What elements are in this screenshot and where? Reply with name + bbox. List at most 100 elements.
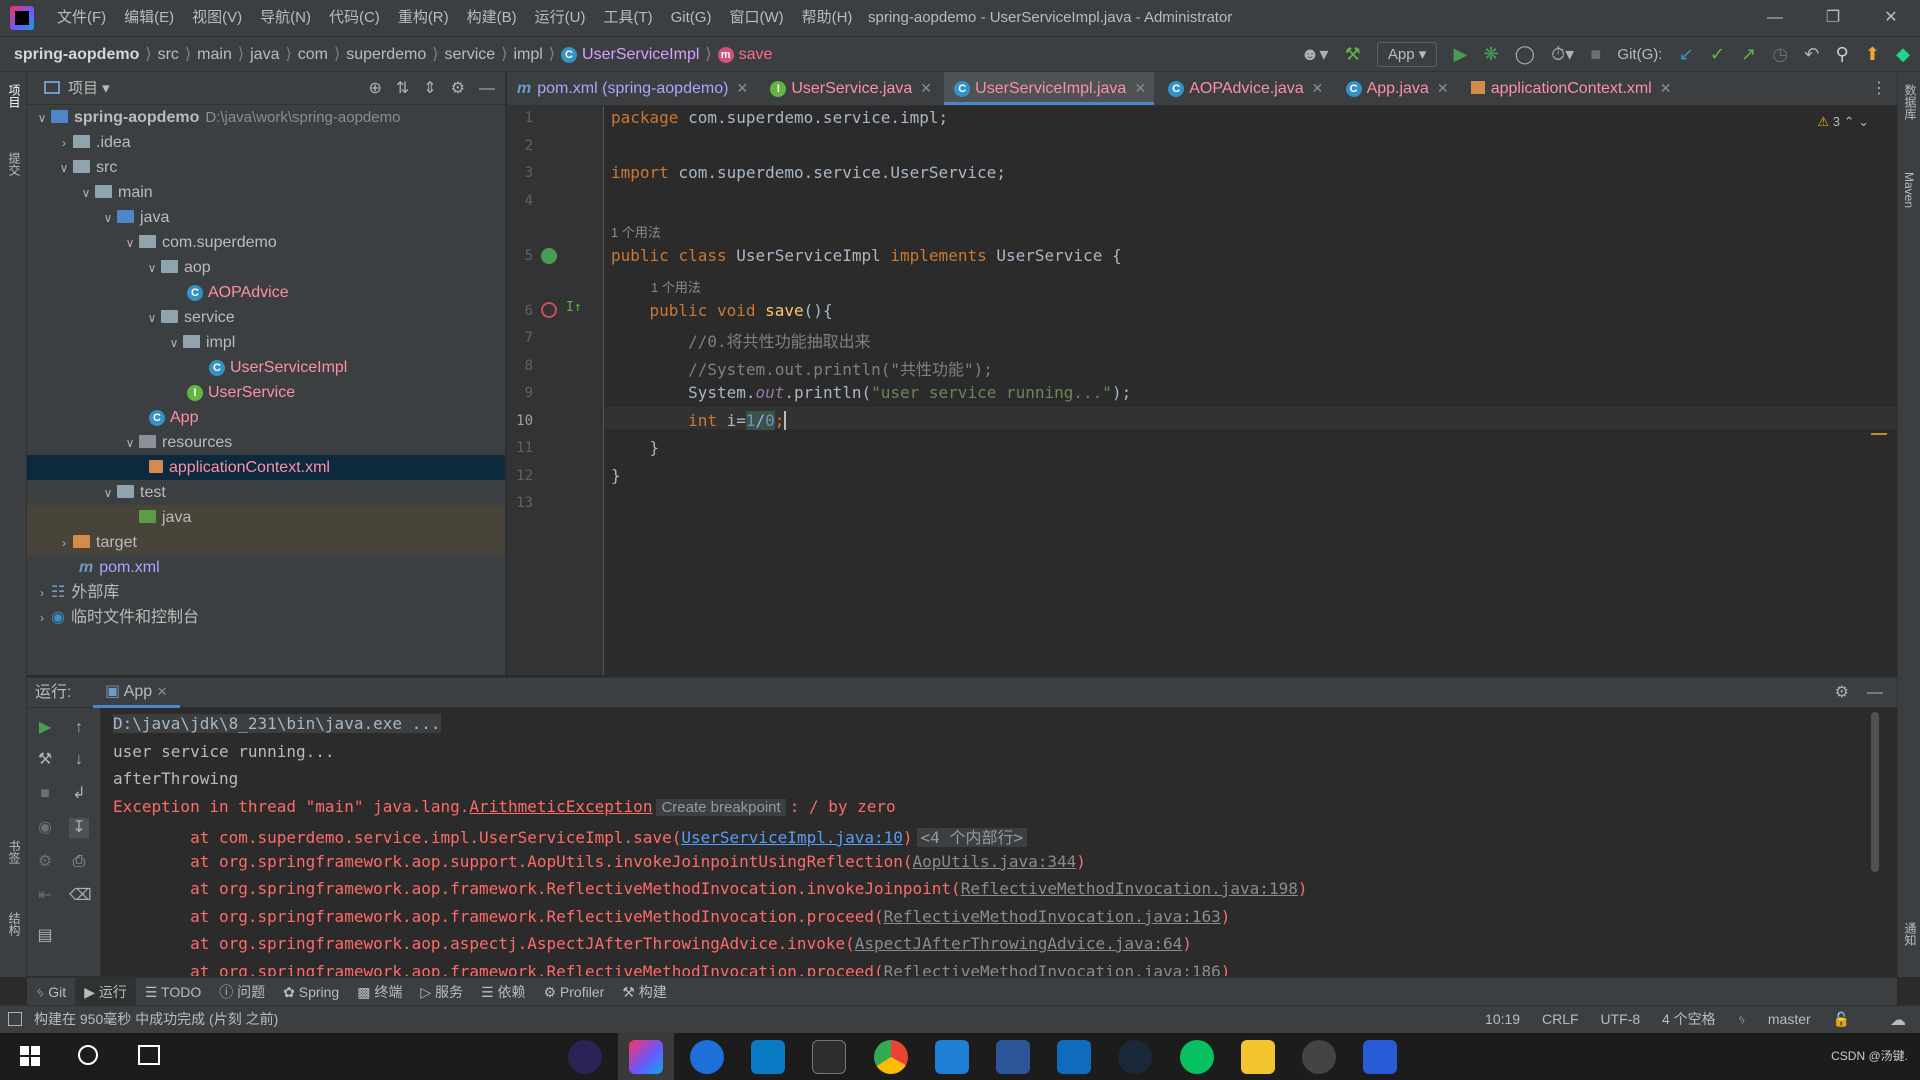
menu-edit[interactable]: 编辑(E) bbox=[115, 0, 183, 36]
tab-pom[interactable]: m pom.xml (spring-aopdemo) ✕ bbox=[507, 72, 756, 105]
locate-icon[interactable]: ⊕ bbox=[368, 80, 381, 97]
tool-tab-git[interactable]: ᛃ Git bbox=[27, 978, 75, 1006]
trace-source-link[interactable]: ReflectiveMethodInvocation.java:163 bbox=[884, 907, 1221, 926]
stripe-structure[interactable]: 结构 bbox=[6, 912, 23, 936]
console-scrollbar[interactable] bbox=[1871, 712, 1879, 872]
expand-all-icon[interactable]: ⇅ bbox=[396, 80, 409, 97]
git-commit-icon[interactable]: ✓ bbox=[1710, 37, 1725, 72]
tree-item-applicationcontext[interactable]: applicationContext.xml bbox=[27, 455, 505, 480]
menu-help[interactable]: 帮助(H) bbox=[793, 0, 862, 36]
caret-position[interactable]: 10:19 bbox=[1485, 1011, 1520, 1027]
internal-lines-badge[interactable]: <4 个内部行> bbox=[916, 828, 1028, 847]
menu-file[interactable]: 文件(F) bbox=[48, 0, 115, 36]
menu-git[interactable]: Git(G) bbox=[662, 0, 721, 36]
restore-icon[interactable]: ❐ bbox=[1804, 0, 1862, 36]
search-icon[interactable] bbox=[78, 1045, 98, 1065]
code-editor[interactable]: 1 2 3 4 5 6 7 8 9 10 11 12 13 I↑ package… bbox=[507, 106, 1897, 675]
collapse-all-icon[interactable]: ⇕ bbox=[423, 80, 436, 97]
implements-gutter-icon[interactable] bbox=[541, 248, 557, 264]
steam-icon[interactable] bbox=[1118, 1040, 1152, 1074]
breadcrumb-class[interactable]: UserServiceImpl bbox=[582, 46, 699, 63]
todo-icon[interactable] bbox=[1057, 1040, 1091, 1074]
breadcrumb-main[interactable]: main bbox=[197, 46, 232, 63]
gear-icon[interactable]: ⚙ bbox=[35, 852, 55, 872]
tree-item-project-root[interactable]: ∨ spring-aopdemo D:\java\work\spring-aopde… bbox=[27, 105, 505, 130]
stripe-database[interactable]: 数据库 bbox=[1902, 84, 1919, 120]
search-icon[interactable]: ⚲ bbox=[1836, 37, 1849, 72]
tree-item-idea[interactable]: › .idea bbox=[27, 130, 505, 155]
tree-item-resources[interactable]: ∨ resources bbox=[27, 430, 505, 455]
tree-item-service[interactable]: ∨ service bbox=[27, 305, 505, 330]
stripe-bookmarks[interactable]: 书签 bbox=[6, 840, 23, 864]
run-tab-app[interactable]: ▣ App ✕ bbox=[93, 678, 180, 708]
run-icon[interactable]: ▶ bbox=[1454, 37, 1468, 72]
close-icon[interactable]: ✕ bbox=[1312, 80, 1324, 96]
hide-icon[interactable]: — bbox=[479, 80, 495, 97]
menu-build[interactable]: 构建(B) bbox=[458, 0, 526, 36]
git-branch[interactable]: ᛃ master bbox=[1738, 1011, 1811, 1027]
stripe-project[interactable]: 项目 bbox=[6, 84, 23, 108]
menu-refactor[interactable]: 重构(R) bbox=[389, 0, 458, 36]
tree-item-target[interactable]: › target bbox=[27, 530, 505, 555]
layout-icon[interactable]: ▤ bbox=[35, 926, 55, 946]
tree-item-userservice[interactable]: I UserService bbox=[27, 380, 505, 405]
stripe-maven[interactable]: Maven bbox=[1902, 172, 1916, 208]
indent-setting[interactable]: 4 个空格 bbox=[1662, 1011, 1716, 1027]
close-icon[interactable]: ✕ bbox=[920, 80, 932, 96]
rollback-icon[interactable]: ↶ bbox=[1804, 37, 1819, 72]
project-view-selector[interactable]: 项目 ▾ bbox=[44, 72, 110, 105]
profile-icon[interactable]: ⏱▾ bbox=[1551, 37, 1574, 72]
inspection-widget[interactable]: ⚠ 3 ⌃ ⌄ bbox=[1817, 114, 1869, 130]
tree-item-aopadvice[interactable]: C AOPAdvice bbox=[27, 280, 505, 305]
user-icon[interactable]: ☻▾ bbox=[1300, 37, 1328, 72]
breadcrumb-com[interactable]: com bbox=[298, 46, 328, 63]
up-icon[interactable]: ↑ bbox=[69, 718, 89, 738]
trace-source-link[interactable]: AopUtils.java:344 bbox=[913, 852, 1077, 871]
menu-view[interactable]: 视图(V) bbox=[183, 0, 251, 36]
wrench-icon[interactable]: ⚒ bbox=[35, 750, 55, 770]
usage-hint[interactable]: 1 个用法 bbox=[611, 222, 661, 241]
tab-app[interactable]: C App.java ✕ bbox=[1336, 72, 1457, 105]
breadcrumb-src[interactable]: src bbox=[158, 46, 179, 63]
breadcrumb-impl[interactable]: impl bbox=[513, 46, 542, 63]
exception-class-link[interactable]: ArithmeticException bbox=[469, 797, 652, 816]
soft-wrap-icon[interactable]: ↲ bbox=[69, 784, 89, 804]
word-icon[interactable] bbox=[996, 1040, 1030, 1074]
tree-item-src[interactable]: ∨ src bbox=[27, 155, 505, 180]
tool-tab-problems[interactable]: ⓘ 问题 bbox=[210, 978, 274, 1006]
print-icon[interactable]: ⎙ bbox=[69, 852, 89, 872]
tree-item-aop[interactable]: ∨ aop bbox=[27, 255, 505, 280]
build-hammer-icon[interactable]: ⚒ bbox=[1345, 37, 1361, 72]
menu-run[interactable]: 运行(U) bbox=[526, 0, 595, 36]
tree-item-java[interactable]: ∨ java bbox=[27, 205, 505, 230]
breadcrumb-superdemo[interactable]: superdemo bbox=[346, 46, 426, 63]
stripe-commit[interactable]: 提交 bbox=[6, 152, 23, 176]
status-toggle-icon[interactable] bbox=[8, 1012, 22, 1026]
close-icon[interactable]: ✕ bbox=[1437, 80, 1449, 96]
breadcrumb-project[interactable]: spring-aopdemo bbox=[14, 46, 139, 63]
tool-tab-dependencies[interactable]: ☰ 依赖 bbox=[472, 978, 534, 1006]
stop-icon[interactable]: ■ bbox=[35, 784, 55, 804]
tree-item-scratches[interactable]: › ◉ 临时文件和控制台 bbox=[27, 605, 505, 630]
git-push-icon[interactable]: ↗ bbox=[1741, 37, 1756, 72]
tool-tab-terminal[interactable]: ▩ 终端 bbox=[348, 978, 411, 1006]
menu-window[interactable]: 窗口(W) bbox=[720, 0, 792, 36]
edge-icon[interactable] bbox=[690, 1040, 724, 1074]
tree-item-pom[interactable]: m pom.xml bbox=[27, 555, 505, 580]
file-encoding[interactable]: UTF-8 bbox=[1600, 1011, 1640, 1027]
eclipse-icon[interactable] bbox=[568, 1040, 602, 1074]
camera-icon[interactable]: ◉ bbox=[35, 818, 55, 838]
tree-item-app[interactable]: C App bbox=[27, 405, 505, 430]
update-icon[interactable]: ⬆ bbox=[1865, 37, 1880, 72]
tree-item-userserviceimpl[interactable]: C UserServiceImpl bbox=[27, 355, 505, 380]
down-icon[interactable]: ↓ bbox=[69, 750, 89, 770]
close-icon[interactable]: ✕ bbox=[157, 684, 168, 699]
overrides-gutter-icon[interactable]: I↑ bbox=[566, 300, 582, 315]
console-command[interactable]: D:\java\jdk\8_231\bin\java.exe ... bbox=[113, 714, 441, 733]
settings-icon[interactable]: ⚙ bbox=[1835, 678, 1849, 708]
game-icon[interactable] bbox=[1302, 1040, 1336, 1074]
tool-tab-profiler[interactable]: ⚙ Profiler bbox=[534, 978, 613, 1006]
trash-icon[interactable]: ⌫ bbox=[69, 886, 92, 906]
status-message[interactable]: 构建在 950毫秒 中成功完成 (片刻 之前) bbox=[34, 1006, 278, 1033]
settings-icon[interactable]: ⚙ bbox=[451, 80, 465, 97]
